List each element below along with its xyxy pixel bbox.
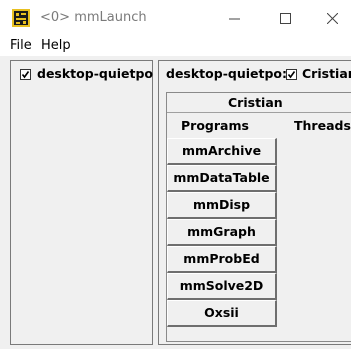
program-button-mmarchive[interactable]: mmArchive (167, 138, 277, 165)
program-button-oxsii[interactable]: Oxsii (167, 300, 277, 327)
user-checkbox-label[interactable]: Cristian (302, 66, 351, 81)
program-button-mmgraph[interactable]: mmGraph (167, 219, 277, 246)
minimize-icon (228, 18, 240, 19)
program-button-mmsolve2d[interactable]: mmSolve2D (167, 273, 277, 300)
close-button[interactable] (313, 0, 351, 36)
menu-help[interactable]: Help (41, 38, 71, 53)
maximize-button[interactable] (262, 0, 308, 36)
user-name: Cristian (228, 95, 283, 110)
user-header: Cristian (167, 93, 351, 113)
window-title: <0> mmLaunch (40, 10, 147, 25)
host-detail-panel: desktop-quietpo: Cristian Cristian Progr… (158, 60, 351, 345)
program-button-mmprobed[interactable]: mmProbEd (167, 246, 277, 273)
user-checkbox[interactable] (286, 69, 297, 80)
checkmark-icon (21, 71, 30, 79)
close-icon (326, 12, 338, 24)
title-bar: <0> mmLaunch (0, 0, 351, 36)
host-checkbox[interactable] (20, 69, 31, 80)
menu-file[interactable]: File (10, 38, 32, 53)
host-detail-label: desktop-quietpo: (166, 66, 287, 81)
host-label[interactable]: desktop-quietpo (37, 66, 153, 81)
menu-bar: File Help (0, 36, 351, 56)
programs-header: Programs (181, 118, 249, 133)
minimize-button[interactable] (211, 0, 257, 36)
program-button-mmdisp[interactable]: mmDisp (167, 192, 277, 219)
checkmark-icon (287, 71, 296, 79)
hosts-panel: desktop-quietpo (10, 60, 153, 345)
maximize-icon (279, 12, 291, 24)
mmlaunch-app-icon (12, 9, 30, 27)
threads-header: Threads (294, 118, 351, 133)
program-button-mmdatatable[interactable]: mmDataTable (167, 165, 277, 192)
user-frame: Cristian Programs Threads mmArchive mmDa… (166, 92, 351, 342)
